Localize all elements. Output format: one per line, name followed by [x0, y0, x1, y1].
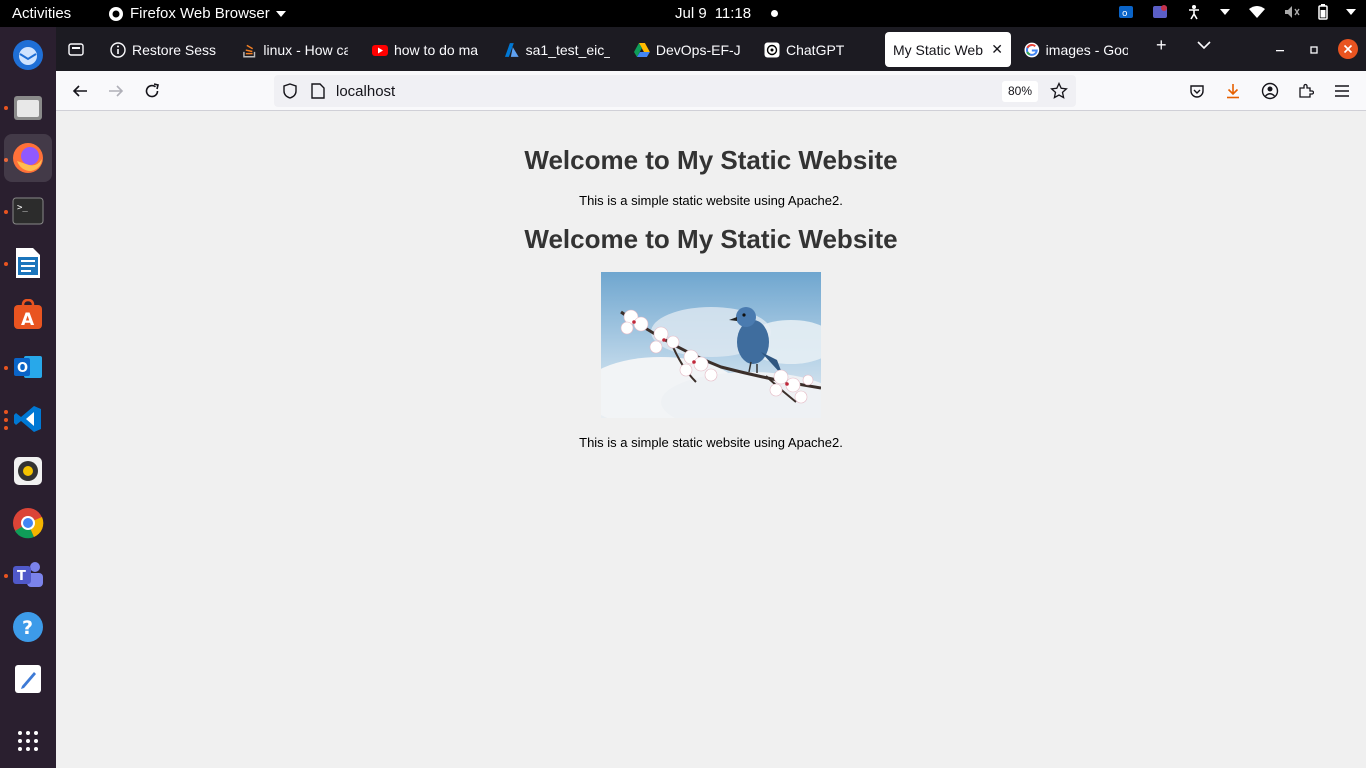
clock[interactable]: Jul 9 11:18: [675, 5, 779, 22]
extensions-icon[interactable]: [1294, 79, 1318, 103]
outlook-tray-icon[interactable]: o: [1118, 4, 1134, 20]
tab-my-static-website[interactable]: My Static Web ✕: [885, 32, 1011, 67]
app-menu-label: Firefox Web Browser: [130, 5, 270, 22]
url-text[interactable]: localhost: [336, 83, 395, 100]
tab-google-images[interactable]: images - Goo: [1016, 32, 1136, 67]
bookmark-star-icon[interactable]: [1050, 81, 1068, 105]
chevron-down-icon: [275, 10, 286, 17]
teams-icon[interactable]: T: [8, 555, 48, 595]
chatgpt-icon: [764, 42, 780, 57]
dock: >_ A O T ?: [0, 27, 56, 768]
pocket-icon[interactable]: [1185, 79, 1209, 103]
reload-icon[interactable]: [140, 79, 164, 103]
google-icon: [1024, 42, 1040, 57]
tab-strip: Restore Sess linux - How ca how to do ma…: [56, 27, 1366, 71]
svg-text:o: o: [1122, 9, 1128, 19]
outlook-icon[interactable]: O: [8, 347, 48, 387]
chrome-icon[interactable]: [8, 503, 48, 543]
forward-icon[interactable]: [104, 79, 128, 103]
app-menu[interactable]: Firefox Web Browser: [108, 5, 286, 22]
writer-icon[interactable]: [8, 243, 48, 283]
show-applications-icon[interactable]: [18, 731, 38, 751]
tab-google-drive[interactable]: DevOps-EF-J: [626, 32, 748, 67]
shield-icon[interactable]: [282, 83, 298, 104]
ubuntu-software-icon[interactable]: A: [8, 295, 48, 335]
tab-youtube[interactable]: how to do ma: [364, 32, 486, 67]
list-all-tabs-icon[interactable]: [1197, 37, 1211, 53]
youtube-icon: [372, 44, 388, 56]
wifi-icon[interactable]: [1248, 5, 1266, 19]
page-icon[interactable]: [311, 83, 325, 104]
firefox-window: Restore Sess linux - How ca how to do ma…: [56, 27, 1366, 768]
system-top-bar: Activities Firefox Web Browser Jul 9 11:…: [0, 0, 1366, 27]
text-editor-icon[interactable]: [8, 659, 48, 699]
downloads-icon[interactable]: [1221, 79, 1245, 103]
chevron-down-icon[interactable]: [1346, 9, 1356, 15]
tab-stackoverflow[interactable]: linux - How ca: [234, 32, 356, 67]
page-heading: Welcome to My Static Website: [524, 145, 898, 175]
info-icon: [110, 41, 126, 58]
navigation-toolbar: localhost 80%: [56, 71, 1366, 111]
notification-dot-icon: [771, 10, 779, 17]
firefox-icon[interactable]: [4, 134, 52, 182]
svg-text:?: ?: [22, 617, 33, 639]
svg-text:A: A: [21, 310, 35, 330]
maximize-icon[interactable]: [1309, 42, 1319, 58]
svg-text:T: T: [17, 569, 26, 584]
files-icon[interactable]: [8, 87, 48, 127]
url-bar[interactable]: localhost 80%: [274, 75, 1076, 107]
stackoverflow-icon: [243, 44, 256, 57]
tab-azure[interactable]: sa1_test_eic_: [496, 32, 618, 67]
azure-icon: [504, 42, 519, 57]
page-paragraph-second: This is a simple static website using Ap…: [579, 435, 843, 450]
system-tray: o: [1118, 4, 1356, 20]
zoom-indicator[interactable]: 80%: [1002, 81, 1039, 102]
account-icon[interactable]: [1258, 79, 1282, 103]
teams-tray-icon[interactable]: [1152, 4, 1168, 20]
vscode-icon[interactable]: [8, 399, 48, 439]
page-paragraph: This is a simple static website using Ap…: [579, 193, 843, 208]
minimize-icon[interactable]: [1275, 39, 1285, 55]
firefox-small-icon: [109, 6, 123, 21]
svg-text:>_: >_: [17, 203, 28, 213]
tab-restore-session[interactable]: Restore Sess: [102, 32, 224, 67]
activities-button[interactable]: Activities: [12, 5, 71, 22]
close-tab-icon[interactable]: ✕: [991, 41, 1003, 58]
page-heading-second: Welcome to My Static Website: [524, 224, 898, 254]
bird-image: [601, 272, 821, 418]
rhythmbox-icon[interactable]: [8, 451, 48, 491]
firefox-view-icon[interactable]: [64, 37, 88, 61]
chevron-down-icon[interactable]: [1220, 9, 1230, 15]
menu-icon[interactable]: [1330, 79, 1354, 103]
terminal-icon[interactable]: >_: [8, 191, 48, 231]
battery-icon[interactable]: [1318, 4, 1328, 20]
accessibility-icon[interactable]: [1186, 4, 1202, 20]
help-icon[interactable]: ?: [8, 607, 48, 647]
tab-chatgpt[interactable]: ChatGPT: [756, 32, 878, 67]
back-icon[interactable]: [68, 79, 92, 103]
page-content: Welcome to My Static Website This is a s…: [56, 112, 1366, 768]
new-tab-icon[interactable]: +: [1156, 35, 1167, 56]
google-drive-icon: [634, 42, 650, 57]
clock-time: 11:18: [714, 5, 752, 22]
volume-icon[interactable]: [1284, 5, 1300, 19]
svg-text:O: O: [17, 361, 28, 376]
thunderbird-icon[interactable]: [8, 35, 48, 75]
clock-date: Jul 9: [675, 5, 707, 22]
close-window-icon[interactable]: [1338, 39, 1358, 62]
